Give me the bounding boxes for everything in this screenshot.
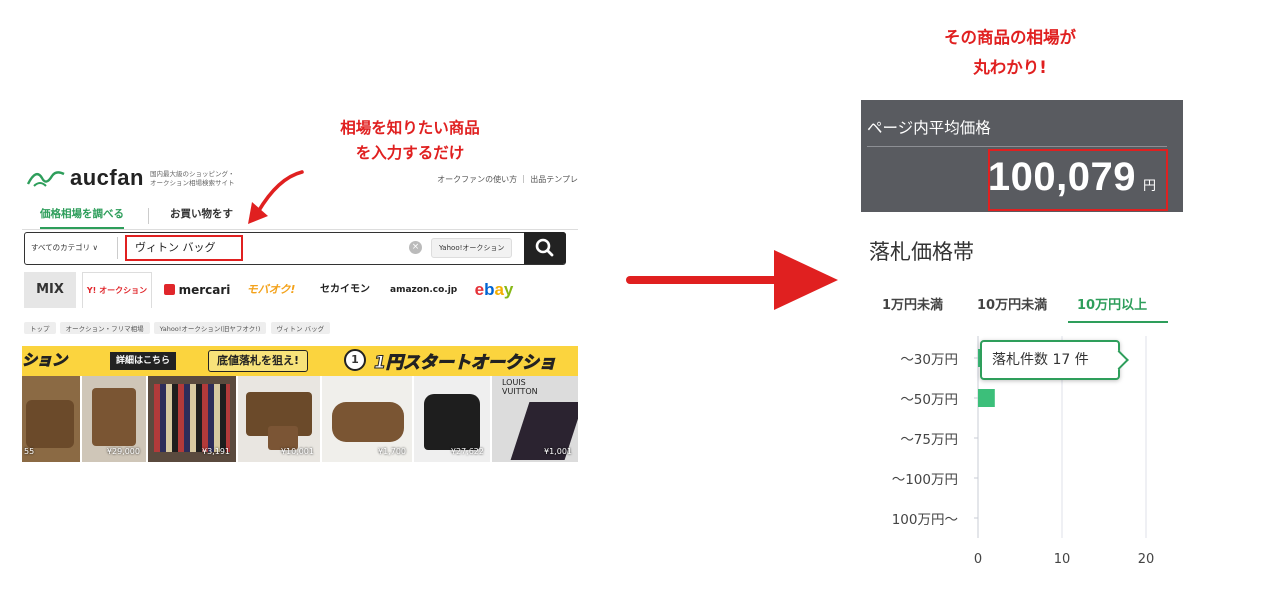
promo-banner[interactable]: ション 詳細はこちら 底値落札を狙え! 1 1円スタートオークショ xyxy=(22,346,578,376)
range-tab-under-10k[interactable]: 1万円未満 xyxy=(882,294,943,313)
ebay-letter-a: a xyxy=(494,280,504,299)
site-tab-yahoo[interactable]: Y! オークション xyxy=(82,272,152,308)
search-input[interactable]: ヴィトン バッグ xyxy=(125,235,243,261)
product-price: ¥10,001 xyxy=(280,447,314,456)
breadcrumb: トップ オークション・フリマ相場 Yahoo!オークション(旧ヤフオク!) ヴィ… xyxy=(24,322,578,334)
banner-headline: 底値落札を狙え! xyxy=(208,350,309,372)
search-bar: すべてのカテゴリ ∨ ヴィトン バッグ × Yahoo!オークション xyxy=(24,232,566,265)
site-tab-amazon[interactable]: amazon.co.jp xyxy=(390,272,457,308)
site-tab-mix[interactable]: MIX xyxy=(24,272,76,308)
annotation-left-line-2: を入力するだけ xyxy=(355,144,465,162)
product-price: ¥3,191 xyxy=(202,447,230,456)
product-price: ¥1,700 xyxy=(378,447,406,456)
brand-line-2: VUITTON xyxy=(502,387,538,396)
product-card[interactable]: ¥27,622 xyxy=(414,376,490,462)
mercari-icon xyxy=(163,284,175,295)
mercari-label: mercari xyxy=(178,283,231,297)
ebay-letter-e: e xyxy=(474,280,485,299)
product-card[interactable]: ¥10,001 xyxy=(238,376,320,462)
site-tabs: MIX Y! オークション mercari モバオク! セカイモン amazon… xyxy=(24,272,578,308)
price-range-tabs: 1万円未満 10万円未満 10万円以上 xyxy=(866,286,1176,326)
breadcrumb-item[interactable]: オークション・フリマ相場 xyxy=(59,322,150,334)
aucfan-logo-icon xyxy=(26,171,65,187)
ebay-letter-b: b xyxy=(484,280,495,299)
clear-icon[interactable]: × xyxy=(409,241,422,254)
product-price: ¥27,622 xyxy=(450,447,484,456)
product-brand-text: LOUIS VUITTON xyxy=(502,378,538,396)
chart-bar[interactable] xyxy=(978,389,995,407)
curved-arrow-icon xyxy=(248,170,304,224)
aucfan-logo-text[interactable]: aucfan xyxy=(70,165,144,191)
annotation-left-line-1: 相場を知りたい商品 xyxy=(340,119,480,137)
tab-divider xyxy=(148,208,149,224)
average-price-value: 100,079 xyxy=(987,155,1136,199)
y-tick-label: 100万円〜 xyxy=(891,512,958,528)
product-price: ¥1,001 xyxy=(544,447,572,456)
y-tick-label: 〜30万円 xyxy=(900,352,958,368)
price-range-title: 落札価格帯 xyxy=(869,240,974,264)
product-card[interactable]: ¥29,000 xyxy=(82,376,146,462)
product-strip: 55 ¥29,000 ¥3,191 ¥10,001 ¥1,700 ¥27,622… xyxy=(22,376,578,462)
price-divider xyxy=(867,146,1167,147)
x-tick-label: 0 xyxy=(973,552,983,567)
y-tick-label: 〜50万円 xyxy=(900,392,958,408)
x-tick-label: 10 xyxy=(1053,552,1071,567)
brand-line-1: LOUIS xyxy=(502,378,526,387)
x-tick-label: 20 xyxy=(1137,552,1155,567)
product-card[interactable]: LOUIS VUITTON ¥1,001 xyxy=(492,376,578,462)
chart-tooltip: 落札件数 17 件 xyxy=(980,340,1120,380)
range-tab-over-100k[interactable]: 10万円以上 xyxy=(1077,294,1147,313)
product-card[interactable]: ¥3,191 xyxy=(148,376,236,462)
annotation-right-line-1: その商品の相場が xyxy=(944,28,1076,47)
breadcrumb-item[interactable]: トップ xyxy=(24,322,56,334)
site-tab-mercari[interactable]: mercari xyxy=(162,272,232,308)
banner-detail-link[interactable]: 詳細はこちら xyxy=(110,352,177,370)
active-tab-indicator xyxy=(1068,321,1168,323)
ebay-letter-y: y xyxy=(503,280,514,299)
site-tab-ebay[interactable]: ebay xyxy=(464,272,524,308)
range-tab-under-100k[interactable]: 10万円未満 xyxy=(977,294,1047,313)
tab-price-research[interactable]: 価格相場を調べる xyxy=(40,206,124,229)
arrow-right-icon xyxy=(626,250,838,310)
annotation-result-hint: その商品の相場が 丸わかり! xyxy=(880,23,1140,83)
banner-one-badge: 1 xyxy=(344,349,366,371)
breadcrumb-item: ヴィトン バッグ xyxy=(270,322,331,334)
search-icon xyxy=(535,238,554,257)
average-price-box: ページ内平均価格 100,079 円 xyxy=(861,100,1183,212)
average-price-highlight: 100,079 円 xyxy=(988,149,1168,211)
price-range-chart: 0 10 20 〜30万円〜50万円〜75万円〜100万円 100万円〜 落札件数 17… xyxy=(866,336,1186,576)
site-tab-mobaoku[interactable]: モバオク! xyxy=(240,272,302,308)
annotation-input-hint: 相場を知りたい商品 を入力するだけ xyxy=(305,116,515,166)
y-tick-label: 〜75万円 xyxy=(900,432,958,448)
banner-left-text: ション xyxy=(22,351,68,370)
search-button[interactable] xyxy=(524,232,566,264)
banner-right-text: 1円スタートオークショ xyxy=(374,353,557,374)
product-price: ¥29,000 xyxy=(106,447,140,456)
product-price: 55 xyxy=(24,447,35,456)
site-tab-sekaimon[interactable]: セカイモン xyxy=(314,272,376,308)
product-card[interactable]: ¥1,700 xyxy=(322,376,412,462)
product-card[interactable]: 55 xyxy=(22,376,80,462)
header-links[interactable]: オークファンの使い方 ｜ 出品テンプレ xyxy=(437,174,578,185)
tab-shopping[interactable]: お買い物をす xyxy=(170,206,233,221)
annotation-right-line-2: 丸わかり! xyxy=(973,58,1047,77)
y-tick-label: 〜100万円 xyxy=(891,472,958,488)
category-select[interactable]: すべてのカテゴリ ∨ xyxy=(31,242,98,253)
breadcrumb-item[interactable]: Yahoo!オークション(旧ヤフオク!) xyxy=(153,322,267,334)
average-price-unit: 円 xyxy=(1142,179,1156,194)
site-filter-chip[interactable]: Yahoo!オークション xyxy=(431,238,513,258)
average-price-label: ページ内平均価格 xyxy=(867,119,991,137)
search-divider xyxy=(117,237,118,259)
